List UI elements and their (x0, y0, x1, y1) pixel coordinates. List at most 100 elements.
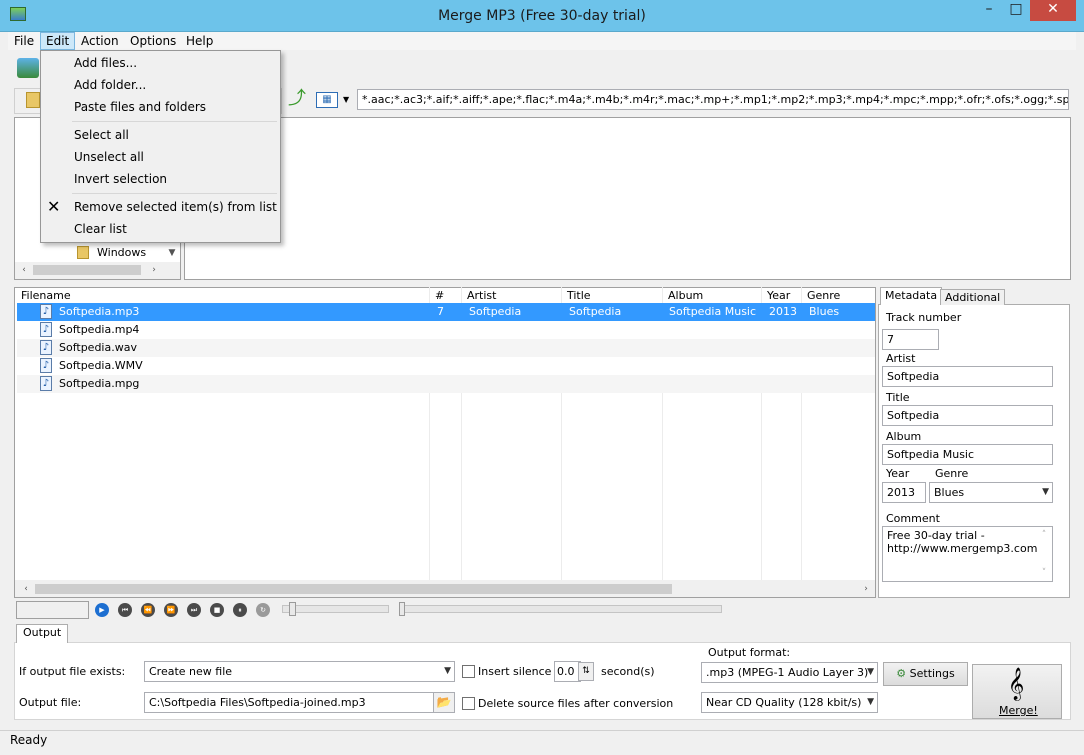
insert-silence-label: Insert silence (478, 665, 552, 678)
maximize-button[interactable]: □ (1003, 0, 1029, 21)
tree-folder-windows[interactable]: Windows (97, 246, 146, 260)
menu-edit[interactable]: Edit (40, 32, 76, 50)
menu-add-files[interactable]: Add files... (74, 53, 137, 73)
view-mode-icon[interactable]: ▦ (316, 92, 338, 108)
output-format-label: Output format: (708, 646, 791, 659)
pause-icon[interactable]: ⏸ (233, 603, 247, 617)
title-field[interactable]: Softpedia (882, 405, 1053, 426)
folder-up-icon[interactable]: ⤴ (288, 89, 306, 109)
music-note-icon: 𝄞 (1007, 667, 1025, 700)
menu-separator (72, 193, 277, 194)
output-file-label: Output file: (19, 696, 82, 709)
table-row[interactable] (17, 357, 875, 375)
cell-artist: Softpedia (469, 305, 522, 318)
tab-output[interactable]: Output (16, 624, 69, 643)
track-number-field[interactable]: 7 (882, 329, 939, 350)
col-album[interactable]: Album (668, 289, 703, 303)
stop-icon[interactable]: ■ (210, 603, 224, 617)
volume-slider-thumb[interactable] (289, 602, 296, 616)
volume-slider[interactable] (282, 605, 389, 613)
audio-file-icon: ♪ (40, 358, 52, 373)
menu-options[interactable]: Options (125, 32, 181, 50)
skip-end-icon[interactable]: ⏭ (187, 603, 201, 617)
folder-icon[interactable] (26, 92, 40, 108)
settings-button[interactable]: ⚙ Settings (883, 662, 968, 686)
fast-forward-icon[interactable]: ⏩ (164, 603, 178, 617)
menu-clear-list[interactable]: Clear list (74, 219, 127, 239)
view-dropdown-icon[interactable]: ▼ (343, 94, 353, 106)
file-filter-input[interactable]: *.aac;*.ac3;*.aif;*.aiff;*.ape;*.flac;*.… (357, 89, 1069, 110)
col-title[interactable]: Title (567, 289, 591, 303)
cell-number: 7 (437, 305, 444, 318)
silence-value-field[interactable]: 0.0 (554, 661, 581, 682)
cell-filename: Softpedia.WMV (59, 359, 143, 372)
chevron-down-icon: ▼ (867, 667, 874, 677)
scroll-left-icon[interactable]: ‹ (18, 263, 30, 277)
output-format-select[interactable]: .mp3 (MPEG-1 Audio Layer 3) ▼ (701, 662, 878, 683)
folder-icon (77, 246, 89, 259)
comment-scroll-up-icon[interactable]: ˄ (1038, 528, 1050, 540)
col-year[interactable]: Year (767, 289, 790, 303)
settings-label: Settings (909, 667, 955, 680)
audio-file-icon: ♪ (40, 340, 52, 355)
delete-source-label: Delete source files after conversion (478, 697, 674, 710)
time-display (16, 601, 89, 619)
scroll-right-icon[interactable]: › (860, 582, 872, 596)
skip-start-icon[interactable]: ⏮ (118, 603, 132, 617)
album-field[interactable]: Softpedia Music (882, 444, 1053, 465)
status-bar (0, 730, 1084, 755)
comment-scroll-down-icon[interactable]: ˅ (1038, 566, 1050, 578)
table-row[interactable] (17, 339, 875, 357)
seconds-label: second(s) (601, 665, 655, 678)
menu-file[interactable]: File (9, 32, 39, 50)
menu-add-folder[interactable]: Add folder... (74, 75, 146, 95)
col-filename[interactable]: Filename (21, 289, 71, 303)
tab-metadata[interactable]: Metadata (880, 287, 943, 305)
tab-additional[interactable]: Additional (940, 289, 1006, 305)
delete-source-checkbox[interactable] (462, 697, 475, 710)
output-file-field[interactable]: C:\Softpedia Files\Softpedia-joined.mp3 (144, 692, 434, 713)
year-field[interactable]: 2013 (882, 482, 926, 503)
remove-x-icon: ✕ (47, 197, 61, 216)
chevron-down-icon: ▼ (444, 666, 451, 676)
menu-unselect-all[interactable]: Unselect all (74, 147, 144, 167)
repeat-icon[interactable]: ↻ (256, 603, 270, 617)
col-artist[interactable]: Artist (467, 289, 496, 303)
table-row[interactable] (17, 375, 875, 393)
if-exists-label: If output file exists: (19, 665, 126, 678)
insert-silence-checkbox[interactable] (462, 665, 475, 678)
artist-field[interactable]: Softpedia (882, 366, 1053, 387)
seek-slider[interactable] (400, 605, 722, 613)
col-genre[interactable]: Genre (807, 289, 840, 303)
menu-remove-selected[interactable]: Remove selected item(s) from list (74, 197, 277, 217)
cell-year: 2013 (769, 305, 797, 318)
quality-select[interactable]: Near CD Quality (128 kbit/s) ▼ (701, 692, 878, 713)
list-scroll-thumb[interactable] (35, 584, 672, 594)
menu-select-all[interactable]: Select all (74, 125, 129, 145)
audio-file-icon: ♪ (40, 376, 52, 391)
browse-folder-icon[interactable]: 📂 (433, 692, 455, 713)
tree-scroll-down-icon[interactable]: ▼ (166, 246, 178, 260)
file-browser-pane[interactable] (184, 117, 1071, 280)
seek-slider-thumb[interactable] (399, 602, 405, 616)
scroll-right-icon[interactable]: › (148, 263, 160, 277)
play-icon[interactable]: ▶ (95, 603, 109, 617)
menu-help[interactable]: Help (181, 32, 218, 50)
genre-select[interactable]: Blues ▼ (929, 482, 1053, 503)
menu-action[interactable]: Action (76, 32, 124, 50)
menu-invert-selection[interactable]: Invert selection (74, 169, 167, 189)
col-number[interactable]: # (435, 289, 444, 303)
if-exists-select[interactable]: Create new file ▼ (144, 661, 455, 682)
scroll-left-icon[interactable]: ‹ (20, 582, 32, 596)
tree-scroll-thumb[interactable] (33, 265, 141, 275)
year-label: Year (886, 467, 910, 480)
close-button[interactable]: ✕ (1030, 0, 1076, 21)
table-row[interactable] (17, 321, 875, 339)
minimize-button[interactable]: – (976, 0, 1002, 21)
spinner-icon[interactable]: ⇅ (578, 662, 594, 681)
menu-paste[interactable]: Paste files and folders (74, 97, 206, 117)
cell-filename: Softpedia.mp4 (59, 323, 140, 336)
rewind-icon[interactable]: ⏪ (141, 603, 155, 617)
album-label: Album (886, 430, 922, 443)
add-files-toolbar-icon[interactable] (17, 58, 39, 78)
